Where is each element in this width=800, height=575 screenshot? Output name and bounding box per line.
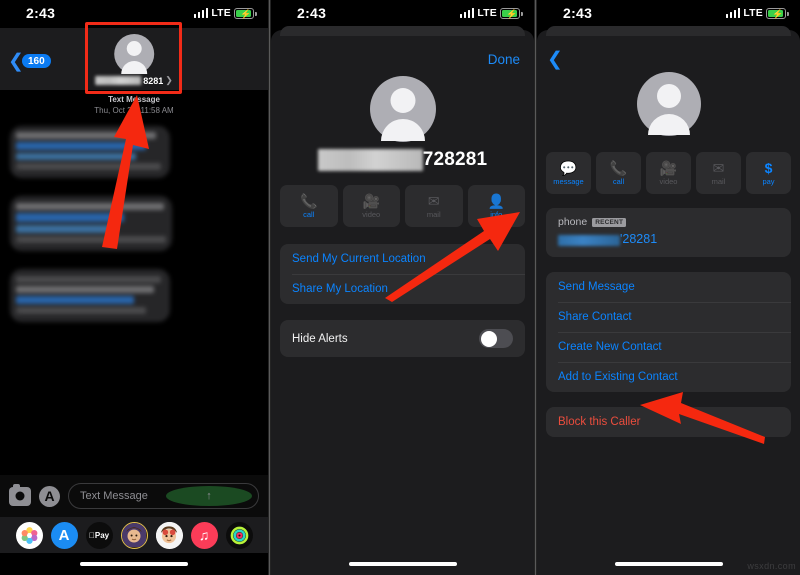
status-bar-indicators: LTE ⚡: [725, 7, 789, 19]
phone-number-card[interactable]: phone RECENT '28281: [546, 208, 791, 257]
done-button[interactable]: Done: [488, 52, 520, 67]
tile-label: video: [659, 176, 678, 186]
tile-label: mail: [711, 176, 726, 186]
search-input[interactable]: Text Message ↑: [68, 483, 259, 509]
message-bubble-redacted[interactable]: [10, 269, 170, 322]
sheet-stack-edge: [280, 26, 525, 36]
status-bar: 2:43 LTE ⚡: [537, 0, 800, 28]
contact-number-visible: 728281: [422, 149, 488, 170]
imessage-app-dock: A Pay ♫: [0, 517, 268, 553]
message-composer: A Text Message ↑: [0, 475, 268, 517]
tile-label: message: [553, 176, 584, 186]
tile-video[interactable]: 🎥 video: [646, 152, 691, 194]
app-store-app-icon[interactable]: A: [50, 521, 78, 549]
video-camera-icon: 🎥: [659, 159, 678, 176]
panel-divider: [268, 0, 271, 575]
battery-charging-icon: ⚡: [500, 7, 523, 19]
cellular-bars-icon: [193, 8, 209, 18]
chevron-left-icon[interactable]: ❮: [547, 50, 563, 69]
phone-icon: 📞: [300, 192, 318, 209]
redacted-number-part: [558, 235, 620, 246]
arrow-to-header-contact: [102, 95, 149, 249]
details-sheet: Done 728281 📞 call 🎥 video ✉ mail 👤 info…: [271, 26, 534, 575]
dollar-sign-icon: $: [764, 159, 773, 176]
battery-charging-icon: ⚡: [766, 7, 789, 19]
contact-number-heading: 728281: [271, 149, 534, 171]
phone-field-label: phone RECENT: [558, 216, 779, 228]
contact-info-sheet: ❮ 💬 message 📞 call 🎥 video ✉ mail $ pay …: [537, 26, 800, 575]
unread-count-badge[interactable]: 160: [22, 54, 51, 68]
tile-mail[interactable]: ✉ mail: [696, 152, 741, 194]
carrier-tech-label: LTE: [477, 7, 497, 19]
arrow-to-info-tile: [385, 212, 520, 302]
send-message-row[interactable]: Send Message: [546, 272, 791, 302]
quick-action-tiles: 💬 message 📞 call 🎥 video ✉ mail $ pay: [537, 152, 800, 194]
arrow-to-block-caller: [640, 392, 765, 444]
tile-label: video: [362, 209, 381, 219]
share-contact-row[interactable]: Share Contact: [546, 302, 791, 332]
home-indicator: [614, 562, 723, 566]
memoji-2-app-icon[interactable]: [155, 521, 183, 549]
status-badge: RECENT: [592, 217, 627, 227]
send-arrow-up-icon[interactable]: ↑: [166, 486, 252, 506]
status-bar-time: 2:43: [26, 5, 56, 21]
panel-divider: [534, 0, 537, 575]
message-bubble-icon: 💬: [559, 159, 578, 176]
redacted-number-part: [317, 149, 423, 171]
sheet-stack-edge: [546, 26, 791, 36]
app-store-icon[interactable]: A: [39, 485, 60, 507]
carrier-tech-label: LTE: [211, 7, 231, 19]
envelope-icon: ✉: [712, 159, 725, 176]
tile-pay[interactable]: $ pay: [746, 152, 791, 194]
phone-icon: 📞: [609, 159, 628, 176]
tile-call[interactable]: 📞 call: [280, 185, 338, 227]
text-message-placeholder: Text Message: [80, 490, 148, 502]
tile-label: call: [612, 176, 625, 186]
status-bar-time: 2:43: [563, 5, 593, 21]
hide-alerts-toggle[interactable]: [479, 329, 513, 348]
contact-number-visible: '28281: [620, 232, 658, 246]
home-indicator: [80, 562, 188, 566]
tile-label: call: [303, 209, 315, 219]
person-circle-icon: 👤: [487, 192, 505, 209]
carrier-tech-label: LTE: [743, 7, 763, 19]
memoji-app-icon[interactable]: [120, 521, 148, 549]
person-placeholder-icon[interactable]: [369, 76, 436, 142]
add-to-existing-contact-row[interactable]: Add to Existing Contact: [546, 362, 791, 392]
fitness-app-icon[interactable]: [225, 521, 253, 549]
create-new-contact-row[interactable]: Create New Contact: [546, 332, 791, 362]
hide-alerts-card: Hide Alerts: [280, 320, 525, 357]
battery-charging-icon: ⚡: [234, 7, 257, 19]
cellular-bars-icon: [725, 8, 741, 18]
tile-label: pay: [762, 176, 775, 186]
camera-icon[interactable]: [9, 483, 31, 506]
person-placeholder-icon[interactable]: [636, 72, 701, 136]
watermark: wsxdn.com: [747, 561, 796, 571]
home-indicator: [348, 562, 457, 566]
cellular-bars-icon: [459, 8, 475, 18]
contact-actions-card: Send Message Share Contact Create New Co…: [546, 272, 791, 392]
apple-pay-app-icon[interactable]: Pay: [85, 521, 113, 549]
status-bar: 2:43 LTE ⚡: [271, 0, 534, 28]
music-app-icon[interactable]: ♫: [190, 521, 218, 549]
phone-label-text: phone: [558, 216, 588, 228]
list-item[interactable]: [0, 269, 268, 322]
status-bar-indicators: LTE ⚡: [459, 7, 523, 19]
screenshot-stage: 2:43 LTE ⚡ ❮ 160 8281 ❯ Text Message Thu…: [0, 0, 800, 575]
phone-field-value: '28281: [558, 232, 779, 246]
tile-call[interactable]: 📞 call: [596, 152, 641, 194]
tile-message[interactable]: 💬 message: [546, 152, 591, 194]
status-bar-time: 2:43: [297, 5, 327, 21]
status-bar-indicators: LTE ⚡: [193, 7, 257, 19]
video-camera-icon: 🎥: [362, 192, 380, 209]
header-contact-highlight-box: [85, 22, 182, 94]
hide-alerts-label: Hide Alerts: [292, 332, 348, 345]
panel-contact-info: 2:43 LTE ⚡ ❮ 💬 message 📞 call 🎥 video ✉ …: [537, 0, 800, 575]
photos-app-icon[interactable]: [15, 521, 43, 549]
hide-alerts-row[interactable]: Hide Alerts: [280, 320, 525, 357]
envelope-icon: ✉: [427, 192, 440, 209]
